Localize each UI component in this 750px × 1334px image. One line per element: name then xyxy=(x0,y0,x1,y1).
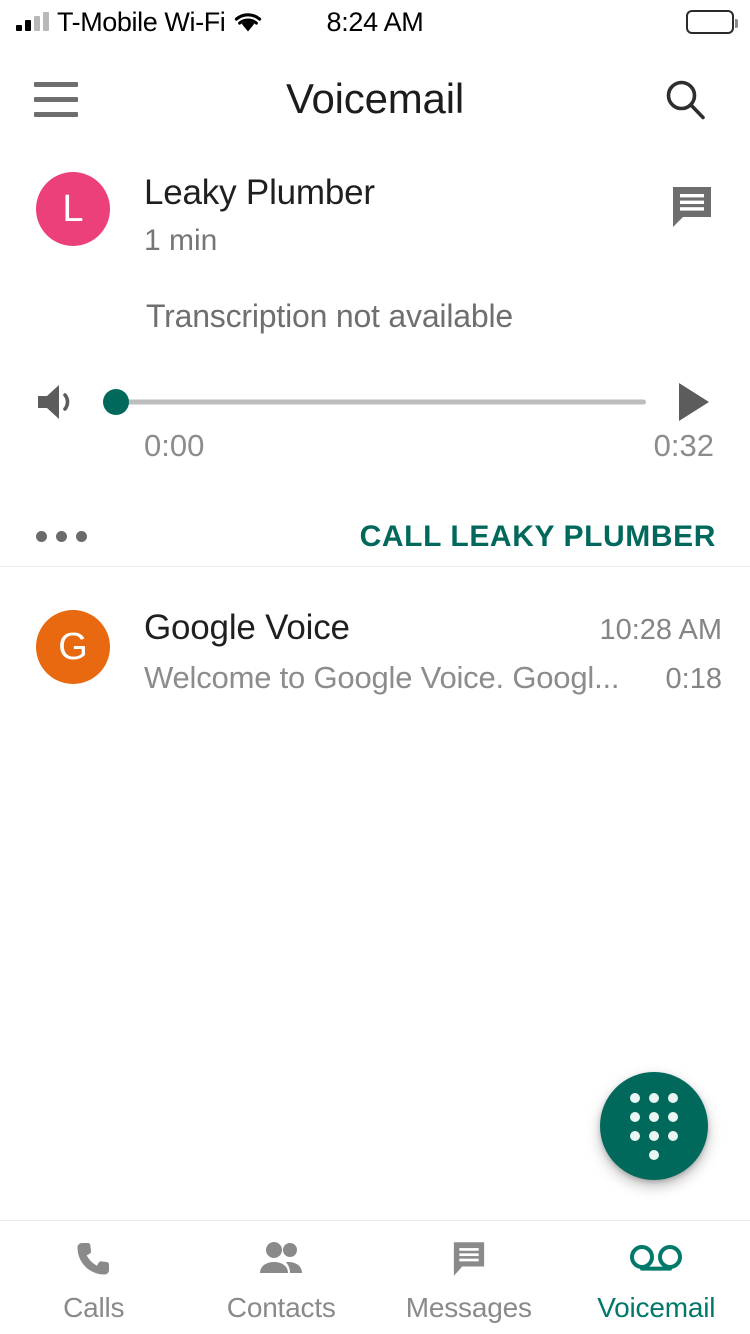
phone-icon xyxy=(73,1237,115,1281)
nav-tab-voicemail[interactable]: Voicemail xyxy=(563,1221,750,1334)
page-title: Voicemail xyxy=(286,75,464,122)
app-bar: Voicemail xyxy=(0,44,750,154)
nav-tab-messages[interactable]: Messages xyxy=(375,1221,563,1334)
voicemail-timestamp: 10:28 AM xyxy=(599,614,722,646)
speaker-volume-icon[interactable] xyxy=(28,370,92,434)
list-item-top-line: Google Voice 10:28 AM xyxy=(144,608,722,648)
play-triangle-icon[interactable] xyxy=(662,370,726,434)
dialpad-icon xyxy=(630,1092,678,1160)
avatar-letter: L xyxy=(62,187,84,230)
message-bubble-icon[interactable] xyxy=(664,178,720,234)
voicemail-header-text: Leaky Plumber 1 min xyxy=(144,170,664,259)
voicemail-age: 1 min xyxy=(144,224,218,258)
battery-icon xyxy=(686,10,738,34)
status-bar-clock: 8:24 AM xyxy=(326,6,424,37)
nav-tab-calls[interactable]: Calls xyxy=(0,1221,188,1334)
voicemail-contact-name: Google Voice xyxy=(144,608,350,647)
dialpad-fab-button[interactable] xyxy=(600,1072,708,1180)
list-item-body: Google Voice 10:28 AM Welcome to Google … xyxy=(144,608,722,696)
playback-track xyxy=(108,399,646,405)
voicemail-snippet: Welcome to Google Voice. Googl... xyxy=(144,660,620,695)
playback-slider[interactable] xyxy=(103,370,646,434)
voicemail-duration: 0:18 xyxy=(665,663,722,695)
nav-tab-label: Contacts xyxy=(226,1292,336,1323)
search-icon[interactable] xyxy=(654,68,716,130)
voicemail-expanded-card[interactable]: L Leaky Plumber 1 min Transcription not … xyxy=(0,170,750,568)
voicemail-player xyxy=(0,370,750,434)
list-divider xyxy=(0,566,750,567)
voicemail-header: L Leaky Plumber 1 min xyxy=(0,170,750,259)
call-contact-button[interactable]: CALL LEAKY PLUMBER xyxy=(358,514,718,560)
nav-tab-label: Voicemail xyxy=(597,1292,716,1323)
voicemail-contact-name: Leaky Plumber xyxy=(144,173,375,212)
bottom-navigation-bar: Calls Contacts Messages Voicemail xyxy=(0,1220,750,1334)
nav-tab-contacts[interactable]: Contacts xyxy=(188,1221,376,1334)
avatar: L xyxy=(36,172,110,246)
voicemail-actions: CALL LEAKY PLUMBER xyxy=(0,506,750,568)
avatar: G xyxy=(36,610,110,684)
list-item[interactable]: G Google Voice 10:28 AM Welcome to Googl… xyxy=(0,608,750,696)
voicemail-transcript: Transcription not available xyxy=(146,298,513,335)
status-bar-right xyxy=(686,10,738,34)
hamburger-menu-icon[interactable] xyxy=(34,68,96,130)
list-item-bottom-line: Welcome to Google Voice. Googl... 0:18 xyxy=(144,660,722,696)
message-bubble-icon xyxy=(448,1237,490,1281)
playback-thumb[interactable] xyxy=(103,388,130,415)
app-screen: T-Mobile Wi-Fi 8:24 AM Voicemail L Leaky… xyxy=(0,0,750,1334)
nav-tab-label: Calls xyxy=(63,1292,125,1323)
nav-tab-label: Messages xyxy=(405,1292,532,1323)
people-icon xyxy=(258,1237,304,1281)
avatar-letter: G xyxy=(58,625,88,668)
voicemail-tape-icon xyxy=(628,1237,684,1281)
playback-total-time: 0:32 xyxy=(653,427,714,463)
status-bar: T-Mobile Wi-Fi 8:24 AM xyxy=(0,0,750,44)
more-options-icon[interactable] xyxy=(36,506,100,568)
